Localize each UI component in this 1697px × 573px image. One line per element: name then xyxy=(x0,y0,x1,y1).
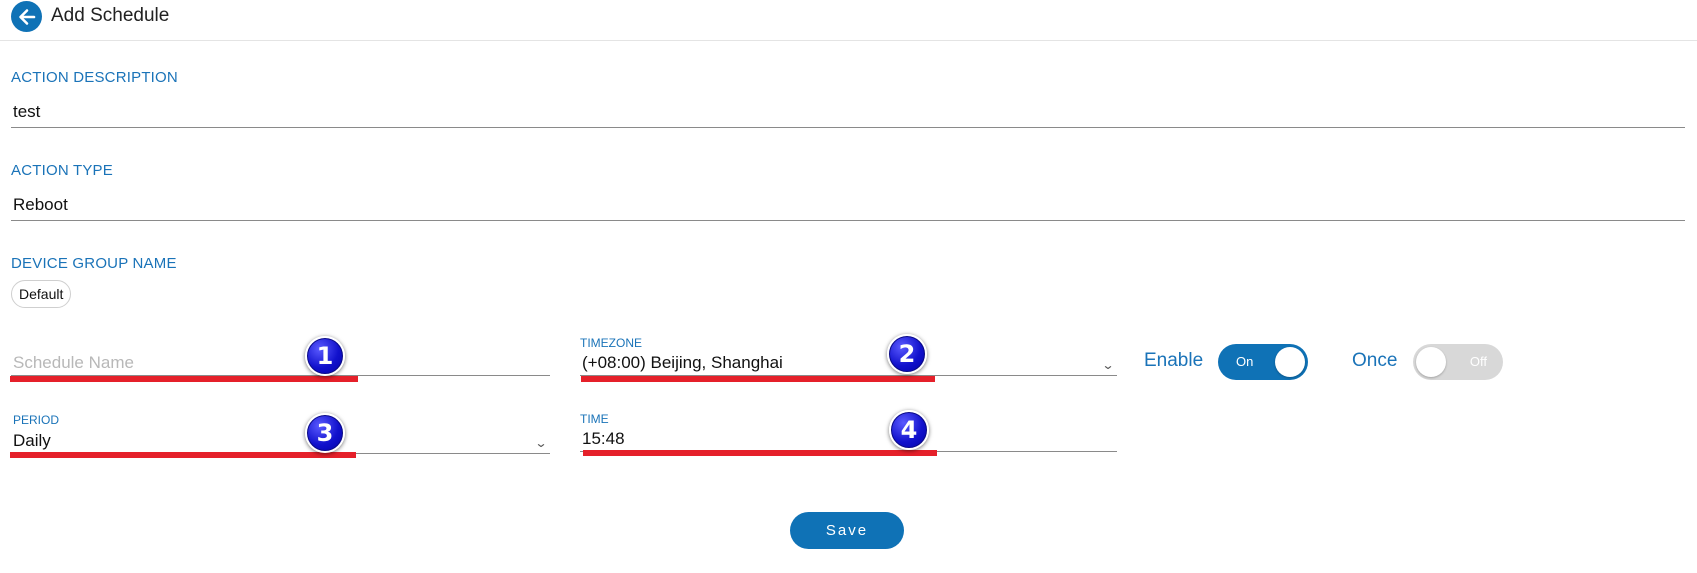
chevron-down-icon: ⌄ xyxy=(1101,358,1115,372)
enable-toggle-state: On xyxy=(1236,354,1254,369)
toggle-knob xyxy=(1416,347,1446,377)
toggle-knob xyxy=(1275,347,1305,377)
annotation-badge-3: 3 xyxy=(305,413,345,453)
save-button[interactable]: Save xyxy=(790,512,904,549)
action-description-field[interactable]: test xyxy=(11,98,1685,128)
page-title: Add Schedule xyxy=(51,5,170,26)
enable-toggle[interactable]: On xyxy=(1218,344,1308,380)
action-type-field[interactable]: Reboot xyxy=(11,191,1685,221)
once-toggle-state: Off xyxy=(1469,354,1487,369)
chevron-down-icon: ⌄ xyxy=(534,436,548,450)
highlight-underline xyxy=(10,376,358,382)
timezone-value: (+08:00) Beijing, Shanghai xyxy=(582,353,783,372)
back-button[interactable] xyxy=(11,1,42,32)
arrow-left-icon xyxy=(18,8,35,25)
annotation-badge-1: 1 xyxy=(305,336,345,376)
action-type-label: ACTION TYPE xyxy=(11,162,113,179)
time-value: 15:48 xyxy=(582,429,625,448)
device-group-name-label: DEVICE GROUP NAME xyxy=(11,255,177,272)
once-label: Once xyxy=(1352,350,1398,371)
device-group-chip[interactable]: Default xyxy=(11,280,72,308)
once-toggle[interactable]: Off xyxy=(1413,344,1503,380)
highlight-underline xyxy=(10,452,356,458)
time-input[interactable]: 15:48 xyxy=(580,428,1117,452)
period-label: PERIOD xyxy=(13,413,60,427)
annotation-badge-4: 4 xyxy=(889,410,929,450)
period-select[interactable]: Daily ⌄ xyxy=(11,430,550,454)
highlight-underline xyxy=(583,450,937,456)
annotation-badge-2: 2 xyxy=(887,334,927,374)
schedule-name-input[interactable]: Schedule Name xyxy=(11,352,550,376)
timezone-label: TIMEZONE xyxy=(580,336,642,350)
enable-label: Enable xyxy=(1144,350,1204,371)
page-header: Add Schedule xyxy=(0,0,1697,41)
time-label: TIME xyxy=(580,412,609,426)
schedule-name-placeholder: Schedule Name xyxy=(13,353,134,372)
timezone-select[interactable]: (+08:00) Beijing, Shanghai ⌄ xyxy=(580,352,1117,376)
action-description-label: ACTION DESCRIPTION xyxy=(11,69,178,86)
highlight-underline xyxy=(581,376,935,382)
period-value: Daily xyxy=(13,431,51,450)
